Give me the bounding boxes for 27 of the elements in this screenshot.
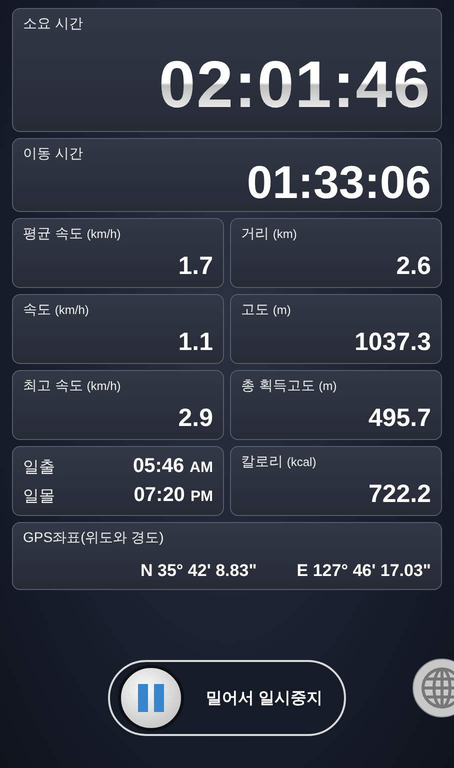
stat-value: 722.2 — [368, 480, 431, 509]
gps-label: GPS좌표(위도와 경도) — [23, 529, 165, 547]
moving-time-value: 01:33:06 — [246, 159, 431, 205]
stat-value: 495.7 — [368, 404, 431, 433]
stat-label: 최고 속도 (km/h) — [23, 377, 122, 395]
stat-label: 속도 (km/h) — [23, 301, 90, 319]
sun-label: 일몰 — [23, 487, 55, 507]
globe-icon[interactable] — [412, 658, 454, 718]
stat-value: 1037.3 — [354, 328, 431, 357]
moving-time-label: 이동 시간 — [23, 145, 84, 163]
longitude-value: E 127° 46' 17.03" — [296, 561, 431, 581]
sun-time: 05:46 AM — [132, 455, 213, 478]
stat-label: 거리 (km) — [241, 225, 298, 243]
pause-icon[interactable] — [118, 665, 184, 731]
slide-to-pause-button[interactable]: 밀어서 일시중지 — [108, 660, 346, 736]
stat-label: 총 획득고도 (m) — [241, 377, 338, 395]
sun-label: 일출 — [23, 458, 55, 478]
stat-value: 1.1 — [178, 328, 213, 357]
stat-value: 1.7 — [178, 252, 213, 281]
latitude-value: N 35° 42' 8.83" — [140, 561, 257, 581]
stat-label: 칼로리 (kcal) — [241, 453, 318, 471]
total-time-label: 소요 시간 — [23, 15, 84, 33]
sun-time: 07:20 PM — [134, 484, 213, 507]
stat-value: 2.9 — [178, 404, 213, 433]
stat-value: 2.6 — [396, 252, 431, 281]
stat-label: 평균 속도 (km/h) — [23, 225, 122, 243]
stat-label: 고도 (m) — [241, 301, 292, 319]
